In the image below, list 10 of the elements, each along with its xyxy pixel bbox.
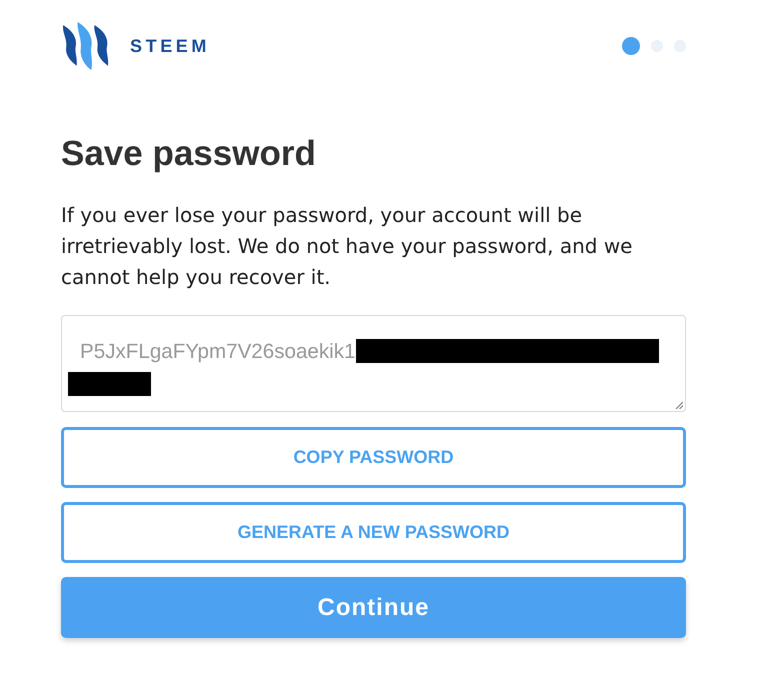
password-field[interactable]: P5JxFLgaFYpm7V26soaekik1 (61, 315, 686, 412)
warning-text: If you ever lose your password, your account will be irretrievably lost. We do not have your password, and we cannot help you recover it. (61, 202, 634, 291)
password-text: P5JxFLgaFYpm7V26soaekik1 (79, 340, 356, 363)
page-title: Save password (61, 134, 317, 174)
wordmark: STEEM (130, 36, 210, 56)
action-button[interactable]: COPY PASSWORD (61, 427, 686, 488)
resize-grip-icon[interactable] (675, 401, 683, 409)
action-button[interactable]: GENERATE A NEW PASSWORD (61, 502, 686, 563)
steem-logo-icon (61, 22, 109, 70)
action-button[interactable]: Continue (61, 577, 686, 638)
